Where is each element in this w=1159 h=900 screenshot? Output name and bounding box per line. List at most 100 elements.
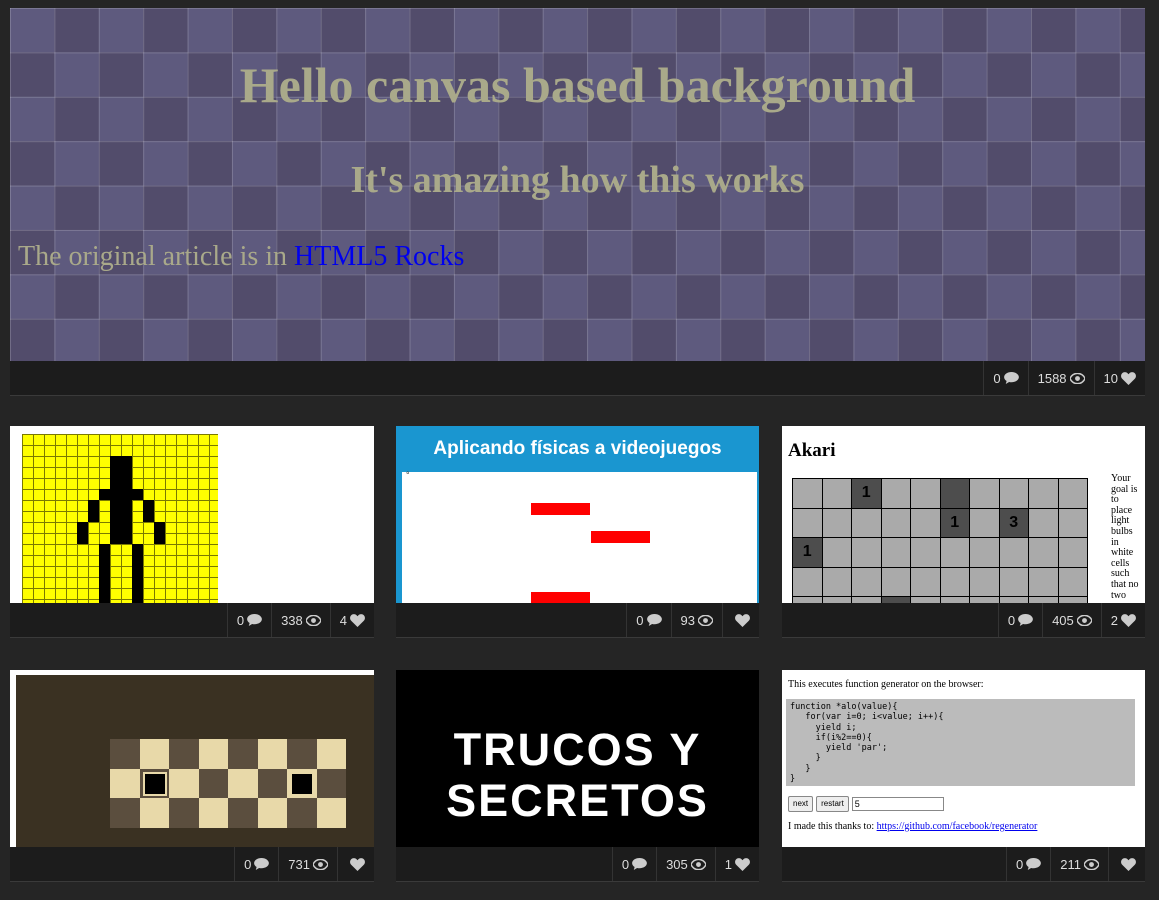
checker-square[interactable] <box>139 768 169 798</box>
akari-cell[interactable] <box>970 567 1000 597</box>
checker-square[interactable] <box>287 768 317 798</box>
checker-square[interactable] <box>316 768 346 798</box>
checker-square[interactable] <box>316 798 346 828</box>
likes-count: 10 <box>1103 370 1118 386</box>
checker-square[interactable] <box>228 739 258 769</box>
views-count: 305 <box>666 856 688 872</box>
checker-square[interactable] <box>287 739 317 769</box>
checker-square[interactable] <box>228 798 258 828</box>
checker-square[interactable] <box>257 739 287 769</box>
akari-cell[interactable] <box>911 508 941 538</box>
akari-cell[interactable]: 1 <box>793 538 823 568</box>
pixel-figure-card[interactable]: 0 338 4 <box>10 426 374 638</box>
checker-square[interactable] <box>169 768 199 798</box>
checker-card[interactable]: 0 731 <box>10 670 374 882</box>
checker-square[interactable] <box>257 798 287 828</box>
akari-cell[interactable] <box>1029 538 1059 568</box>
html5-rocks-link[interactable]: HTML5 Rocks <box>294 241 464 272</box>
physics-preview[interactable]: Aplicando físicas a videojuegos ° <box>396 426 759 604</box>
checker-preview[interactable] <box>10 670 374 848</box>
akari-cell[interactable] <box>1058 567 1088 597</box>
comments-stat[interactable]: 0 <box>1006 847 1050 881</box>
trucos-card[interactable]: TRUCOS Y SECRETOS 0 305 1 <box>396 670 759 882</box>
generator-preview[interactable]: This executes function generator on the … <box>782 670 1145 848</box>
akari-cell[interactable]: 3 <box>999 508 1029 538</box>
likes-stat[interactable]: 4 <box>329 603 374 637</box>
akari-cell[interactable] <box>1029 479 1059 509</box>
akari-cell[interactable] <box>1058 508 1088 538</box>
akari-cell[interactable] <box>793 479 823 509</box>
akari-cell[interactable] <box>911 479 941 509</box>
akari-cell[interactable] <box>1058 538 1088 568</box>
hero-preview[interactable]: Hello canvas based background It's amazi… <box>10 8 1145 362</box>
comments-stat[interactable]: 0 <box>626 603 670 637</box>
comments-stat[interactable]: 0 <box>997 603 1042 637</box>
likes-stat[interactable]: 10 <box>1093 361 1145 395</box>
akari-cell[interactable] <box>852 508 882 538</box>
akari-cell[interactable] <box>999 538 1029 568</box>
akari-cell[interactable]: 1 <box>852 479 882 509</box>
akari-cell[interactable] <box>881 479 911 509</box>
akari-cell[interactable] <box>970 479 1000 509</box>
checker-square[interactable] <box>257 768 287 798</box>
comments-stat[interactable]: 0 <box>234 847 278 881</box>
akari-cell[interactable] <box>822 538 852 568</box>
akari-cell[interactable] <box>822 508 852 538</box>
akari-cell[interactable] <box>793 508 823 538</box>
akari-cell[interactable] <box>999 479 1029 509</box>
akari-cell[interactable] <box>881 508 911 538</box>
akari-cell[interactable] <box>940 479 970 509</box>
akari-preview[interactable]: Akari 1131 Your goal is to place light b… <box>782 426 1145 604</box>
akari-cell[interactable] <box>1029 567 1059 597</box>
likes-stat[interactable] <box>722 603 759 637</box>
checker-square[interactable] <box>287 798 317 828</box>
akari-cell[interactable]: 1 <box>940 508 970 538</box>
checker-square[interactable] <box>110 798 140 828</box>
akari-cell[interactable] <box>1058 479 1088 509</box>
akari-card[interactable]: Akari 1131 Your goal is to place light b… <box>782 426 1145 638</box>
akari-cell[interactable] <box>881 567 911 597</box>
akari-cell[interactable] <box>881 538 911 568</box>
checker-square[interactable] <box>169 739 199 769</box>
checker-square[interactable] <box>110 768 140 798</box>
comments-stat[interactable]: 0 <box>226 603 271 637</box>
checker-square[interactable] <box>198 768 228 798</box>
likes-stat[interactable] <box>337 847 374 881</box>
checker-square[interactable] <box>198 739 228 769</box>
akari-cell[interactable] <box>793 567 823 597</box>
checker-square[interactable] <box>198 798 228 828</box>
checker-square[interactable] <box>316 739 346 769</box>
akari-cell[interactable] <box>940 567 970 597</box>
akari-cell[interactable] <box>911 538 941 568</box>
likes-stat[interactable]: 2 <box>1100 603 1145 637</box>
trucos-preview[interactable]: TRUCOS Y SECRETOS <box>396 670 759 848</box>
comments-stat[interactable]: 0 <box>611 847 656 881</box>
akari-cell[interactable] <box>852 567 882 597</box>
checker-square[interactable] <box>228 768 258 798</box>
checker-square[interactable] <box>139 739 169 769</box>
akari-cell[interactable] <box>999 567 1029 597</box>
next-button[interactable]: next <box>788 796 814 812</box>
restart-button[interactable]: restart <box>816 796 849 812</box>
checker-square[interactable] <box>139 798 169 828</box>
value-input[interactable]: 5 <box>851 797 944 811</box>
akari-cell[interactable] <box>970 538 1000 568</box>
likes-stat[interactable] <box>1108 847 1145 881</box>
akari-cell[interactable] <box>940 538 970 568</box>
akari-cell[interactable] <box>911 567 941 597</box>
akari-cell[interactable] <box>852 538 882 568</box>
generator-card[interactable]: This executes function generator on the … <box>782 670 1145 882</box>
akari-cell[interactable] <box>970 508 1000 538</box>
akari-cell[interactable] <box>822 479 852 509</box>
checker-square[interactable] <box>110 739 140 769</box>
akari-cell[interactable] <box>822 567 852 597</box>
pixel-figure-preview[interactable] <box>10 426 374 604</box>
checker-square[interactable] <box>169 798 199 828</box>
comments-stat[interactable]: 0 <box>983 361 1027 395</box>
physics-canvas: ° <box>402 470 757 604</box>
regenerator-link[interactable]: https://github.com/facebook/regenerator <box>877 821 1038 832</box>
hero-card[interactable]: Hello canvas based background It's amazi… <box>10 8 1145 396</box>
likes-stat[interactable]: 1 <box>714 847 759 881</box>
akari-cell[interactable] <box>1029 508 1059 538</box>
physics-card[interactable]: Aplicando físicas a videojuegos ° 0 93 <box>396 426 759 638</box>
